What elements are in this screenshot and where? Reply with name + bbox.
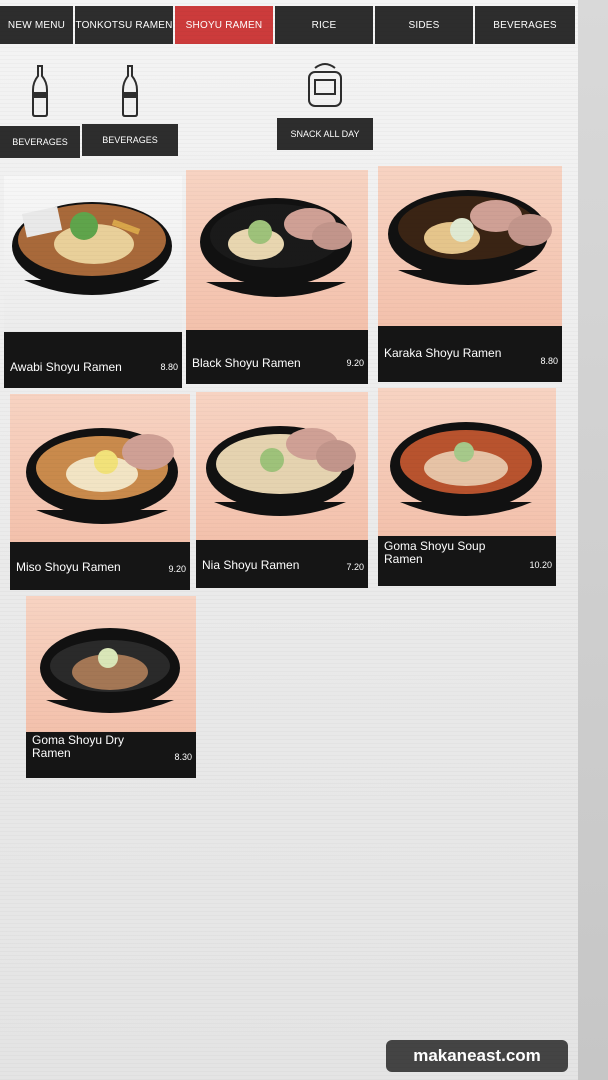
- menu-item-name: Goma Shoyu Soup Ramen: [384, 539, 486, 566]
- ramen-photo: [4, 176, 182, 332]
- bottle-icon: [32, 65, 48, 117]
- watermark: makaneast.com: [386, 1040, 568, 1072]
- menu-item-goma-shoyu-dry-ramen[interactable]: Goma Shoyu Dry Ramen 8.30: [26, 596, 196, 778]
- menu-item-goma-shoyu-soup-ramen[interactable]: Goma Shoyu Soup Ramen 10.20: [378, 388, 556, 586]
- menu-item-price: 8.30: [174, 752, 192, 762]
- menu-item-miso-shoyu-ramen[interactable]: Miso Shoyu Ramen 9.20: [10, 394, 190, 590]
- menu-item-awabi-shoyu-ramen[interactable]: Awabi Shoyu Ramen 8.80: [4, 176, 182, 388]
- menu-item-karaka-shoyu-ramen[interactable]: Karaka Shoyu Ramen 8.80: [378, 166, 562, 382]
- menu-item-name: Black Shoyu Ramen: [192, 356, 301, 370]
- subcategory-beverages-2[interactable]: BEVERAGES: [82, 62, 178, 156]
- menu-item-price: 9.20: [346, 358, 364, 368]
- menu-item-name: Goma Shoyu Dry Ramen: [32, 733, 125, 760]
- menu-item-caption: Miso Shoyu Ramen 9.20: [10, 542, 190, 590]
- tab-shoyu-ramen[interactable]: SHOYU RAMEN: [175, 6, 273, 44]
- ramen-photo: [10, 394, 190, 542]
- menu-item-name: Awabi Shoyu Ramen: [10, 360, 122, 374]
- menu-item-caption: Black Shoyu Ramen 9.20: [186, 330, 368, 384]
- menu-item-caption: Goma Shoyu Soup Ramen 10.20: [378, 536, 556, 586]
- tab-tonkotsu-ramen[interactable]: TONKOTSU RAMEN: [75, 6, 173, 44]
- toaster-icon: [308, 63, 342, 107]
- menu-item-name: Miso Shoyu Ramen: [16, 560, 121, 574]
- bottle-icon: [122, 65, 138, 117]
- ramen-photo: [378, 388, 556, 536]
- kiosk-screen: NEW MENU TONKOTSU RAMEN SHOYU RAMEN RICE…: [0, 0, 578, 1080]
- ramen-photo: [26, 596, 196, 732]
- subcategory-label[interactable]: SNACK ALL DAY: [277, 118, 373, 150]
- subcategory-beverages-1[interactable]: BEVERAGES: [0, 62, 80, 158]
- tab-new-menu[interactable]: NEW MENU: [0, 6, 73, 44]
- menu-item-black-shoyu-ramen[interactable]: Black Shoyu Ramen 9.20: [186, 170, 368, 384]
- menu-item-name: Nia Shoyu Ramen: [202, 558, 300, 572]
- ramen-photo: [186, 170, 368, 330]
- subcategory-snack-all-day[interactable]: SNACK ALL DAY: [277, 60, 373, 150]
- menu-item-caption: Awabi Shoyu Ramen 8.80: [4, 332, 182, 388]
- subcategory-label[interactable]: BEVERAGES: [0, 126, 80, 158]
- subcategory-label[interactable]: BEVERAGES: [82, 124, 178, 156]
- menu-item-price: 7.20: [346, 562, 364, 572]
- tab-beverages[interactable]: BEVERAGES: [475, 6, 575, 44]
- menu-item-nia-shoyu-ramen[interactable]: Nia Shoyu Ramen 7.20: [196, 392, 368, 588]
- menu-item-price: 10.20: [529, 560, 552, 570]
- menu-item-price: 8.80: [540, 356, 558, 366]
- menu-item-caption: Goma Shoyu Dry Ramen 8.30: [26, 732, 196, 778]
- menu-item-caption: Karaka Shoyu Ramen 8.80: [378, 326, 562, 382]
- menu-item-caption: Nia Shoyu Ramen 7.20: [196, 540, 368, 588]
- menu-item-name: Karaka Shoyu Ramen: [384, 346, 502, 360]
- menu-item-price: 8.80: [160, 362, 178, 372]
- menu-item-price: 9.20: [168, 564, 186, 574]
- category-tabs: NEW MENU TONKOTSU RAMEN SHOYU RAMEN RICE…: [0, 6, 578, 44]
- ramen-photo: [196, 392, 368, 540]
- tab-sides[interactable]: SIDES: [375, 6, 473, 44]
- ramen-photo: [378, 166, 562, 326]
- tab-rice[interactable]: RICE: [275, 6, 373, 44]
